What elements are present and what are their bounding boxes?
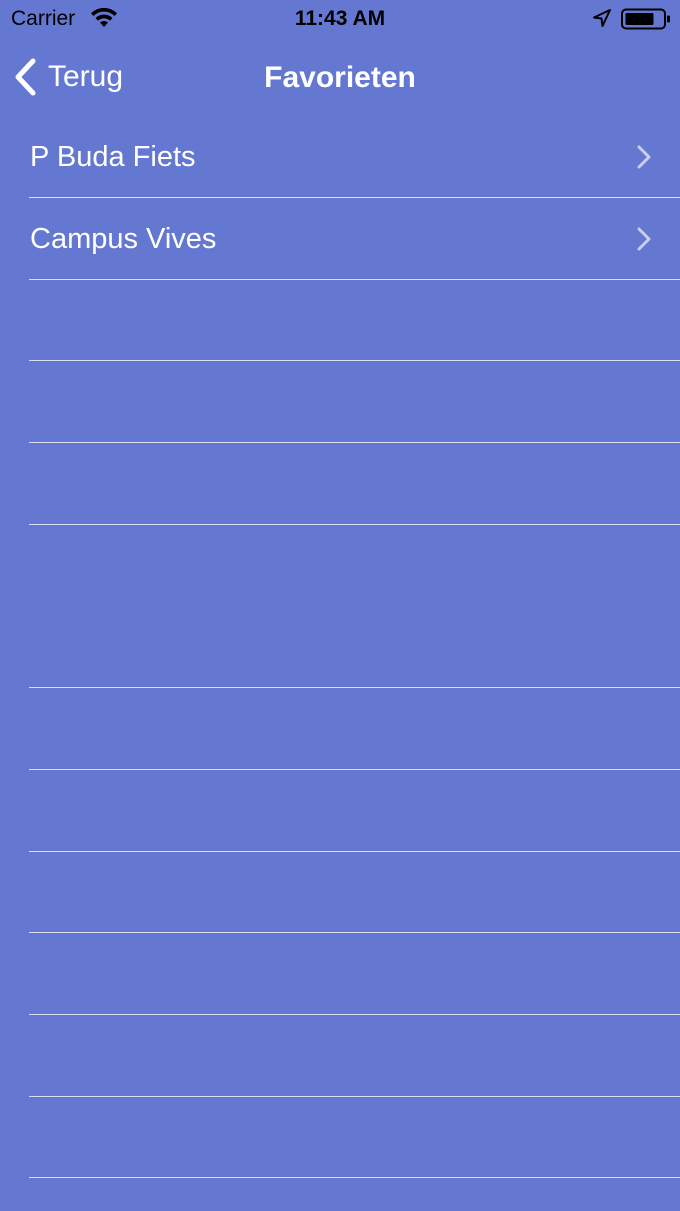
favorites-list: P Buda Fiets Campus Vives — [0, 116, 680, 1178]
battery-icon — [621, 8, 670, 30]
empty-row — [0, 280, 680, 361]
chevron-right-icon — [637, 227, 651, 251]
empty-row — [0, 770, 680, 852]
empty-row — [0, 361, 680, 443]
empty-row — [0, 688, 680, 770]
favorite-row-label: Campus Vives — [30, 223, 217, 255]
empty-row — [0, 1015, 680, 1097]
empty-row — [0, 525, 680, 688]
empty-row — [0, 1097, 680, 1178]
page-title: Favorieten — [264, 61, 416, 94]
empty-row — [0, 933, 680, 1015]
status-time: 11:43 AM — [294, 7, 386, 30]
status-bar: Carrier 11:43 AM — [0, 0, 680, 40]
navigation-bar: Terug Favorieten — [0, 40, 680, 116]
row-separator — [29, 1177, 680, 1178]
favorite-row-label: P Buda Fiets — [30, 141, 196, 173]
favorite-row[interactable]: Campus Vives — [0, 198, 680, 280]
empty-row — [0, 443, 680, 525]
location-arrow-icon — [593, 9, 611, 27]
favorites-screen: Carrier 11:43 AM Terug Favorieten P Buda… — [0, 0, 680, 1211]
chevron-right-icon — [637, 145, 651, 169]
empty-row — [0, 852, 680, 933]
favorite-row[interactable]: P Buda Fiets — [0, 116, 680, 198]
